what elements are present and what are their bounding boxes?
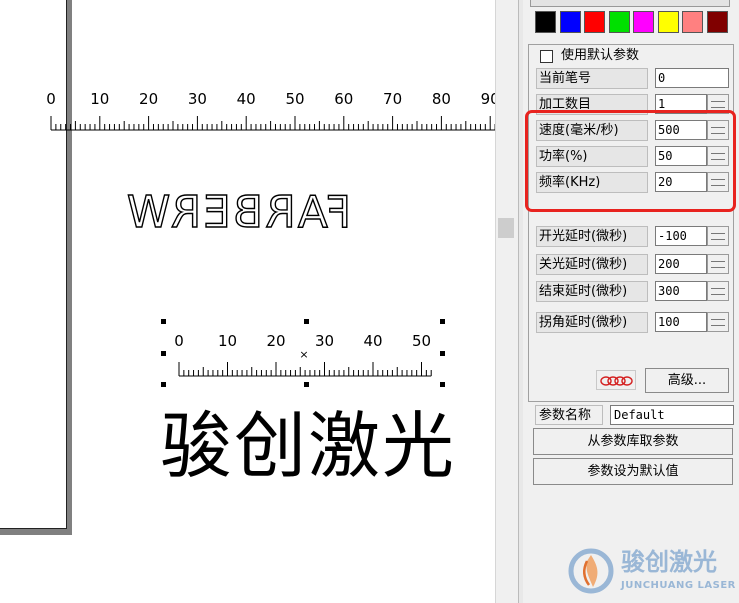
vertical-scrollbar[interactable] — [495, 0, 518, 603]
param-label: 结束延时(微秒) — [536, 281, 648, 302]
mirrored-text: FARBERW — [124, 186, 352, 238]
ruler-label: 60 — [334, 90, 353, 108]
brand-name-cn: 骏创激光 — [621, 548, 717, 576]
ruler-label: 20 — [139, 90, 158, 108]
ruler-label: 70 — [383, 90, 402, 108]
use-default-checkbox[interactable] — [540, 50, 553, 63]
chinese-text: 骏创激光 — [160, 404, 457, 488]
pen-list-scroll[interactable] — [530, 0, 730, 7]
param-value-field[interactable]: -100 — [655, 226, 707, 246]
ruler-label: 20 — [266, 332, 285, 350]
pen-style-button[interactable] — [596, 370, 636, 390]
param-value-field[interactable]: 100 — [655, 312, 707, 332]
selection-handle — [440, 351, 445, 356]
param-label: 关光延时(微秒) — [536, 254, 648, 275]
selection-handle — [161, 382, 166, 387]
param-name-label: 参数名称 — [535, 405, 603, 425]
scrollbar-thumb[interactable] — [498, 218, 514, 238]
selection-handle — [304, 319, 309, 324]
param-name-field[interactable]: Default — [610, 405, 734, 425]
ruler-label: 90 — [481, 90, 495, 108]
color-swatch[interactable] — [584, 11, 605, 33]
highlight-box — [525, 110, 736, 212]
ruler-label: 30 — [315, 332, 334, 350]
color-swatch[interactable] — [633, 11, 654, 33]
pen-style-icon — [600, 376, 633, 386]
ruler-label: 0 — [46, 90, 56, 108]
color-swatch[interactable] — [706, 11, 728, 33]
param-label: 当前笔号 — [536, 68, 648, 89]
set-as-default-button[interactable]: 参数设为默认值 — [533, 458, 733, 485]
load-from-library-button[interactable]: 从参数库取参数 — [533, 428, 733, 455]
ruler-label: 50 — [285, 90, 304, 108]
ruler-label: 30 — [188, 90, 207, 108]
color-swatch[interactable] — [559, 11, 581, 33]
color-swatch[interactable] — [657, 11, 679, 33]
selection-handle — [304, 382, 309, 387]
selection-handle — [440, 382, 445, 387]
ruler-top-ticks: 0 10 20 30 40 50 60 70 80 90 — [46, 90, 495, 131]
selection-handle — [161, 351, 166, 356]
param-spin-button[interactable] — [707, 281, 729, 301]
ruler-label: 10 — [90, 90, 109, 108]
selection-handle — [440, 319, 445, 324]
ruler-label: 80 — [432, 90, 451, 108]
color-swatch[interactable] — [608, 11, 630, 33]
ruler-label: 40 — [237, 90, 256, 108]
param-spin-button[interactable] — [707, 254, 729, 274]
junchuang-logo-icon — [568, 548, 614, 594]
ruler-label: 10 — [218, 332, 237, 350]
ruler-label: 40 — [363, 332, 382, 350]
ruler-label: 50 — [412, 332, 431, 350]
ruler-object-top[interactable]: 0 10 20 30 40 50 60 70 80 90 — [44, 86, 495, 132]
color-swatch[interactable] — [682, 11, 703, 33]
param-spin-button[interactable] — [707, 226, 729, 246]
center-mark: × — [299, 348, 308, 361]
param-spin-button[interactable] — [707, 312, 729, 332]
param-label: 拐角延时(微秒) — [536, 312, 648, 333]
ruler-object-ticks: 0 10 20 30 40 50 × — [161, 319, 445, 387]
chinese-text-object[interactable]: 骏创激光 — [160, 404, 495, 490]
selected-ruler-object[interactable]: 0 10 20 30 40 50 × — [160, 318, 446, 388]
selection-handle — [161, 319, 166, 324]
brand-watermark: 骏创激光 JUNCHUANG LASER — [563, 545, 739, 603]
mirrored-text-object[interactable]: FARBERW — [118, 183, 358, 243]
param-value-field[interactable]: 300 — [655, 281, 707, 301]
param-value-field[interactable]: 0 — [655, 68, 729, 88]
ruler-label: 0 — [174, 332, 184, 350]
param-label: 开光延时(微秒) — [536, 226, 648, 247]
brand-name-en: JUNCHUANG LASER — [621, 580, 736, 591]
use-default-label: 使用默认参数 — [561, 48, 640, 63]
page-boundary — [0, 0, 67, 529]
color-swatch[interactable] — [535, 11, 556, 33]
param-value-field[interactable]: 200 — [655, 254, 707, 274]
advanced-button[interactable]: 高级... — [645, 368, 729, 393]
